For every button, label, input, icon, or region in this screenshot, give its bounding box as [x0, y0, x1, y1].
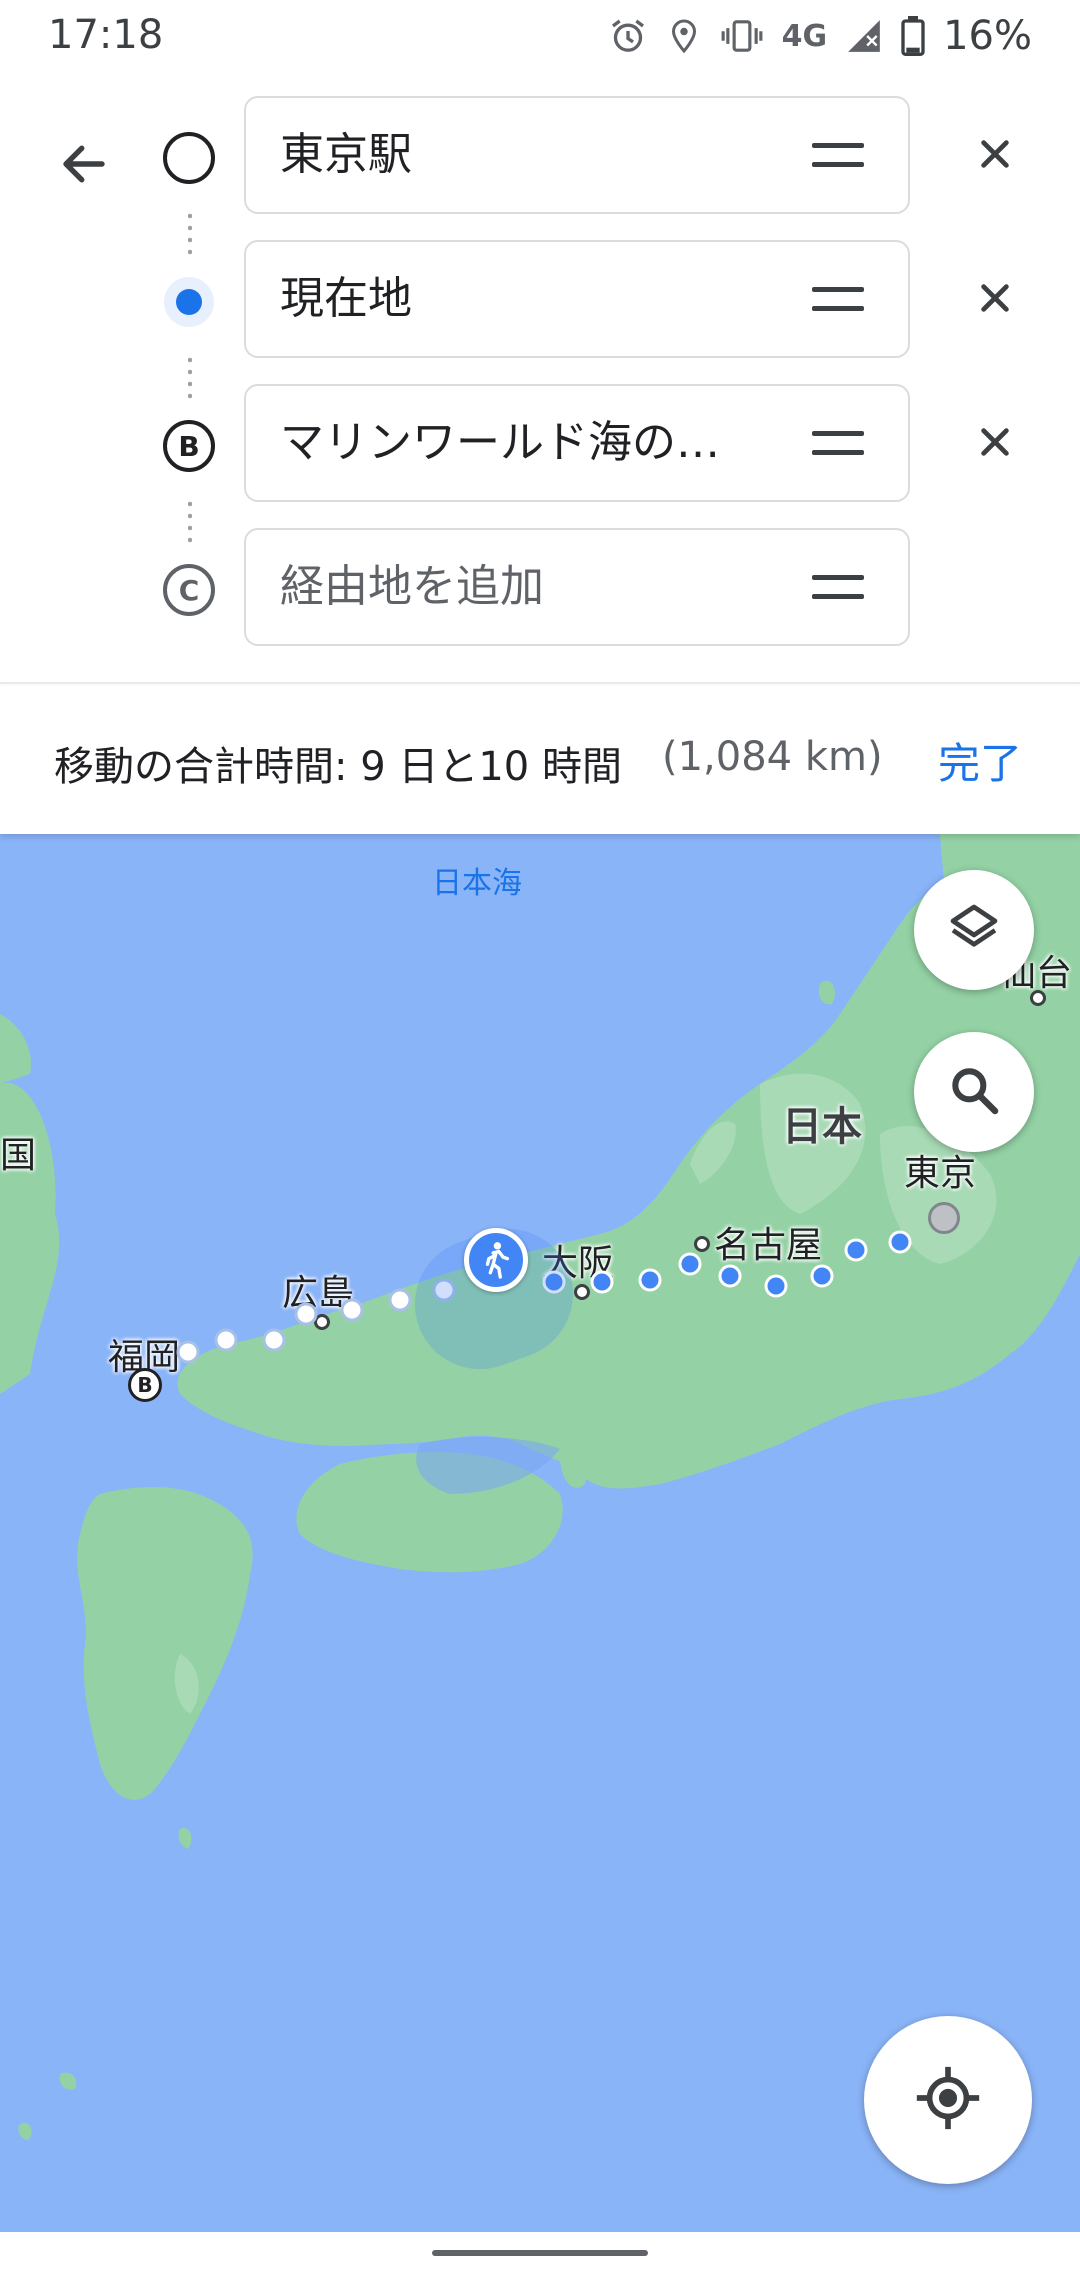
location-icon — [666, 16, 702, 56]
vibrate-icon — [720, 16, 764, 56]
stop-b-text: マリンワールド海の… — [280, 417, 720, 468]
stop-c-letter: C — [179, 574, 200, 607]
close-icon — [978, 281, 1012, 319]
stop-b-icon: B — [162, 419, 216, 473]
search-icon — [946, 1062, 1002, 1122]
add-stop-placeholder: 経由地を追加 — [280, 561, 544, 612]
remove-current-button[interactable] — [960, 260, 1030, 340]
my-location-button[interactable] — [864, 2016, 1032, 2184]
drag-handle-icon[interactable] — [812, 138, 864, 172]
current-location-dot-icon — [162, 275, 216, 329]
search-along-route-button[interactable] — [914, 1032, 1034, 1152]
status-bar: 17:18 4G 16% — [0, 0, 1080, 72]
walking-location-marker[interactable] — [464, 1228, 528, 1292]
alarm-icon — [608, 16, 648, 56]
done-button[interactable]: 完了 — [938, 730, 1022, 791]
drag-handle-icon[interactable] — [812, 282, 864, 316]
remove-stop-b-button[interactable] — [960, 404, 1030, 484]
my-location-icon — [914, 2064, 982, 2136]
layers-icon — [946, 900, 1002, 960]
home-gesture-handle[interactable] — [432, 2250, 648, 2256]
directions-header: 東京駅 現在地 B マリンワールド海の… C 経由地を追加 — [0, 72, 1080, 684]
battery-icon — [901, 16, 925, 56]
stop-row-b: B マリンワールド海の… — [0, 384, 1080, 504]
stop-b-letter: B — [178, 430, 199, 463]
status-time: 17:18 — [48, 12, 164, 58]
system-nav-bar — [0, 2232, 1080, 2280]
origin-text: 東京駅 — [280, 129, 412, 180]
network-type: 4G — [781, 18, 828, 54]
layers-button[interactable] — [914, 870, 1034, 990]
trip-summary: 移動の合計時間: 9 日と10 時間 (1,084 km) 完了 — [0, 686, 1080, 834]
origin-field[interactable]: 東京駅 — [244, 96, 910, 214]
walking-person-icon — [485, 1242, 510, 1279]
stop-row-origin: 東京駅 — [0, 96, 1080, 216]
drag-handle-icon[interactable] — [812, 570, 864, 604]
stop-row-c: C 経由地を追加 — [0, 528, 1080, 648]
add-stop-field[interactable]: 経由地を追加 — [244, 528, 910, 646]
stop-row-current: 現在地 — [0, 240, 1080, 360]
map-view[interactable]: 日本海 日本 仙台 国 東京 名古屋 大阪 広島 福岡 B — [0, 834, 1080, 2232]
close-icon — [978, 425, 1012, 463]
close-icon — [978, 137, 1012, 175]
current-location-field[interactable]: 現在地 — [244, 240, 910, 358]
stop-b-field[interactable]: マリンワールド海の… — [244, 384, 910, 502]
status-icons: 4G 16% — [608, 10, 1032, 62]
total-distance: (1,084 km) — [662, 734, 883, 780]
signal-icon — [845, 16, 883, 56]
origin-circle-icon — [162, 131, 216, 185]
stop-c-icon: C — [162, 563, 216, 617]
battery-percent: 16% — [943, 13, 1032, 59]
destination-b-letter: B — [137, 1373, 153, 1397]
current-location-text: 現在地 — [280, 273, 412, 324]
remove-origin-button[interactable] — [960, 116, 1030, 196]
drag-handle-icon[interactable] — [812, 426, 864, 460]
destination-b-marker[interactable]: B — [128, 1368, 162, 1402]
total-travel-time: 移動の合計時間: 9 日と10 時間 — [54, 744, 622, 790]
